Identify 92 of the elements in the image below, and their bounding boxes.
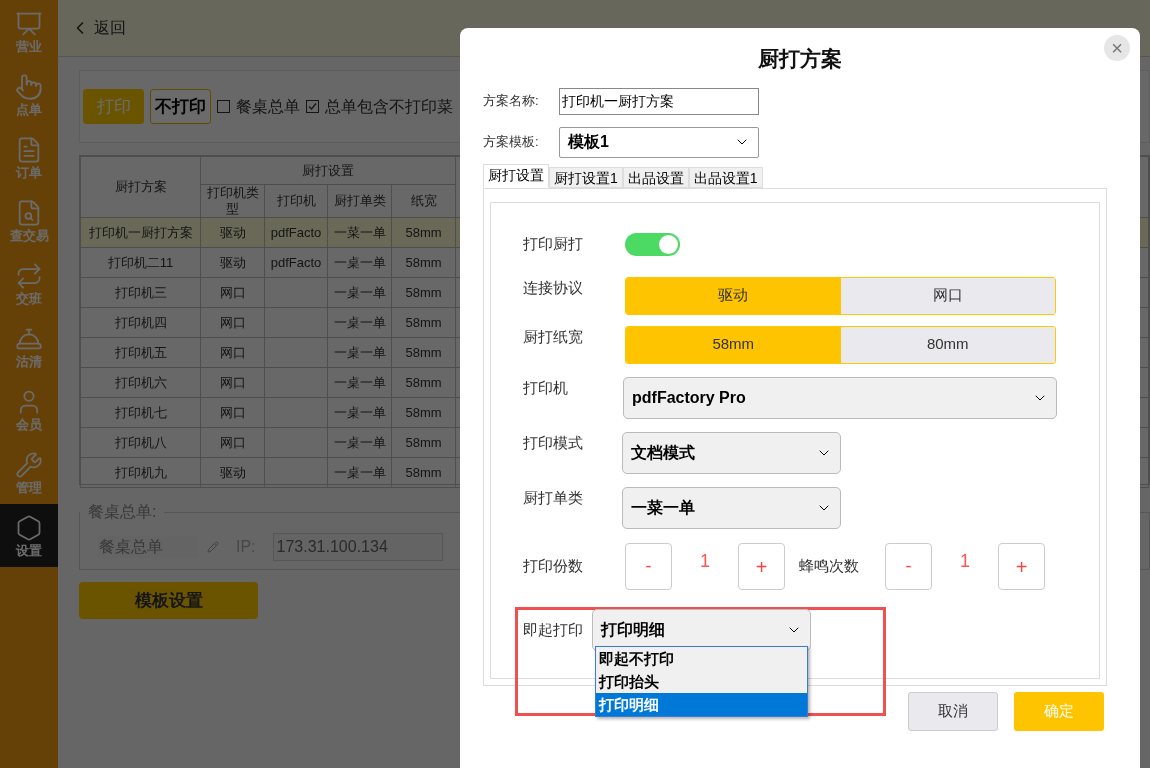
table-cell: 打印机四 xyxy=(80,307,201,338)
wrench-icon xyxy=(15,450,43,479)
select-field[interactable]: 文档模式 xyxy=(622,431,841,474)
scheme-name-field[interactable]: 打印机一厨打方案 xyxy=(559,87,759,115)
group-header: 厨打设置 xyxy=(200,156,456,185)
tab[interactable]: 出品设置 xyxy=(622,166,689,188)
table-cell: 驱动 xyxy=(200,457,265,488)
checkbox[interactable] xyxy=(217,100,230,113)
table-cell: 58mm xyxy=(391,397,456,428)
table-cell: 网口 xyxy=(200,397,265,428)
table-cell: 网口 xyxy=(200,277,265,308)
setting-label: 蜂鸣次数 xyxy=(798,556,860,577)
decrement-button[interactable]: - xyxy=(625,543,672,590)
table-cell: 打印机五 xyxy=(80,337,201,368)
dropdown-option[interactable]: 打印明细 xyxy=(596,692,807,716)
increment-button[interactable]: + xyxy=(998,543,1045,590)
table-cell: 58mm xyxy=(391,217,456,248)
setting-label: 打印份数 xyxy=(522,556,584,577)
print-mode-button[interactable]: 不打印 xyxy=(150,89,211,124)
select-field[interactable]: pdfFactory Pro xyxy=(623,376,1057,419)
table-cell: 驱动 xyxy=(200,217,265,248)
field-label: 方案名称: xyxy=(483,92,540,111)
table-cell: 打印机九 xyxy=(80,457,201,488)
close-button[interactable]: × xyxy=(1104,35,1130,61)
counter-value: 1 xyxy=(699,550,711,573)
column-header: 厨打方案 xyxy=(80,156,201,218)
toggle-switch[interactable] xyxy=(625,233,680,256)
pencil-icon[interactable] xyxy=(207,540,219,553)
check-icon xyxy=(308,102,317,111)
setting-label: 打印机 xyxy=(522,377,569,398)
setting-label: 连接协议 xyxy=(522,277,584,298)
field-label: 方案模板: xyxy=(483,133,540,152)
column-header: 打印机类型 xyxy=(200,184,265,218)
table-cell: 58mm xyxy=(391,367,456,398)
checkbox-label: 餐桌总单 xyxy=(236,96,300,117)
sidebar-label: 会员 xyxy=(16,416,42,432)
setting-label: 即起打印 xyxy=(522,620,583,638)
sidebar-item[interactable]: 设置 xyxy=(0,504,58,567)
setting-label: 厨打单类 xyxy=(522,487,584,508)
setting-label: 厨打纸宽 xyxy=(522,326,584,347)
table-cell: 打印机七 xyxy=(80,397,201,428)
table-cell: 58mm xyxy=(391,427,456,458)
table-cell: 打印机三 xyxy=(80,277,201,308)
sidebar-label: 营业 xyxy=(16,38,42,54)
table-cell: 58mm xyxy=(391,337,456,368)
sidebar-label: 订单 xyxy=(16,164,42,180)
sidebar-label: 交班 xyxy=(16,290,42,306)
template-select[interactable]: 模板1 xyxy=(559,126,759,158)
sidebar-label: 管理 xyxy=(16,479,42,495)
tab[interactable]: 厨打设置1 xyxy=(549,166,623,188)
tab[interactable]: 厨打设置 xyxy=(483,163,549,188)
table-cell: 打印机八 xyxy=(80,427,201,458)
sidebar-label: 沽清 xyxy=(16,353,42,369)
table-cell: 58mm xyxy=(391,247,456,278)
table-cell: 58mm xyxy=(391,307,456,338)
table-cell: 网口 xyxy=(200,367,265,398)
segment-option[interactable]: 网口 xyxy=(840,277,1055,314)
table-cell: pdfFacto xyxy=(264,247,328,278)
increment-button[interactable]: + xyxy=(738,543,785,590)
counter-value: 1 xyxy=(959,550,971,573)
table-cell: 58mm xyxy=(391,457,456,488)
sidebar-label: 点单 xyxy=(16,101,42,117)
table-cell: 58mm xyxy=(391,277,456,308)
hand-pointer-icon xyxy=(15,72,43,101)
table-cell: 网口 xyxy=(200,427,265,458)
table-cell: 网口 xyxy=(200,307,265,338)
tab[interactable]: 出品设置1 xyxy=(688,166,763,188)
segment-option[interactable]: 驱动 xyxy=(626,277,841,314)
hexagon-icon xyxy=(15,513,43,542)
segment-option[interactable]: 80mm xyxy=(840,326,1055,363)
dropdown-option[interactable]: 打印抬头 xyxy=(596,669,807,693)
column-header: 厨打单类 xyxy=(327,184,392,218)
swap-icon xyxy=(15,261,43,290)
segment-option[interactable]: 58mm xyxy=(626,326,841,363)
sidebar-label: 设置 xyxy=(16,542,42,558)
ip-field[interactable]: 173.31.100.134 xyxy=(272,532,443,561)
table-cell: 打印机六 xyxy=(80,367,201,398)
sidebar-label: 查交易 xyxy=(9,227,49,243)
dialog-title: 厨打方案 xyxy=(758,46,842,72)
column-header: 打印机 xyxy=(264,184,328,218)
checkbox[interactable] xyxy=(306,100,319,113)
table-cell: pdfFacto xyxy=(264,217,328,248)
table-cell: 驱动 xyxy=(200,247,265,278)
table-cell: 打印机二11 xyxy=(80,247,201,278)
setting-label: 打印模式 xyxy=(522,432,584,453)
back-button[interactable]: 返回 xyxy=(70,16,126,40)
decrement-button[interactable]: - xyxy=(885,543,932,590)
table-cell: 网口 xyxy=(200,337,265,368)
checkbox-label: 总单包含不打印菜 xyxy=(325,96,453,117)
cancel-button[interactable]: 取消 xyxy=(908,691,998,731)
select-field[interactable]: 一菜一单 xyxy=(622,486,841,529)
template-settings-button[interactable]: 模板设置 xyxy=(79,582,258,619)
